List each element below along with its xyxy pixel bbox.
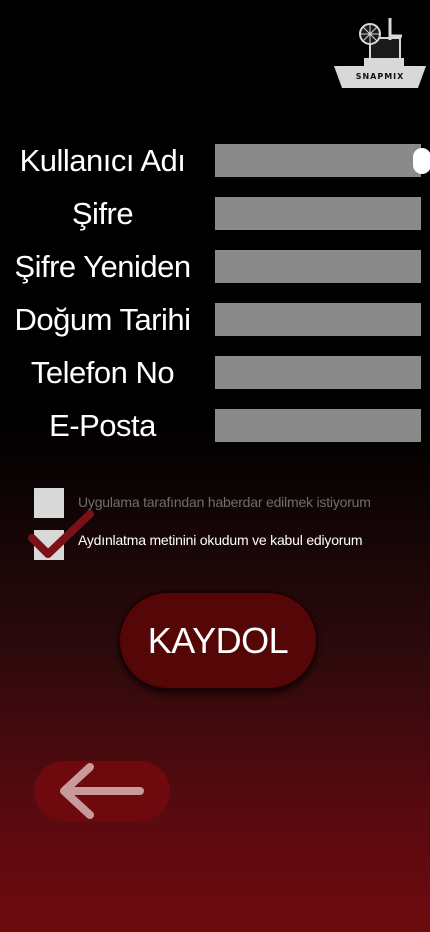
birthdate-field[interactable] <box>215 303 421 336</box>
register-button[interactable]: KAYDOL <box>118 591 318 690</box>
snapmix-logo: SNAPMIX <box>334 14 426 88</box>
field-edge-handle <box>413 148 430 174</box>
back-button[interactable] <box>34 761 170 821</box>
username-label: Kullanıcı Adı <box>19 143 186 178</box>
email-field[interactable] <box>215 409 421 442</box>
phone-field[interactable] <box>215 356 421 389</box>
password-label: Şifre <box>71 196 134 231</box>
arrow-left-icon <box>60 763 144 819</box>
phone-label: Telefon No <box>30 355 175 390</box>
privacy-consent-label: Aydınlatma metinini okudum ve kabul ediy… <box>78 532 363 548</box>
form-row-email: E-Posta <box>0 408 430 444</box>
form-row-birthdate: Doğum Tarihi <box>0 302 430 338</box>
password-repeat-field[interactable] <box>215 250 421 283</box>
form-row-password-repeat: Şifre Yeniden <box>0 249 430 285</box>
form-row-password: Şifre <box>0 196 430 232</box>
username-field[interactable] <box>215 144 421 177</box>
form-row-username: Kullanıcı Adı <box>0 143 430 179</box>
email-label: E-Posta <box>49 408 156 443</box>
privacy-consent-row: Aydınlatma metinini okudum ve kabul ediy… <box>28 510 424 560</box>
notify-consent-label: Uygulama tarafından haberdar edilmek ist… <box>78 494 371 510</box>
password-field[interactable] <box>215 197 421 230</box>
logo-text: SNAPMIX <box>355 72 405 81</box>
birthdate-label: Doğum Tarihi <box>14 302 191 337</box>
password-repeat-label: Şifre Yeniden <box>14 249 191 284</box>
form-row-phone: Telefon No <box>0 355 430 391</box>
